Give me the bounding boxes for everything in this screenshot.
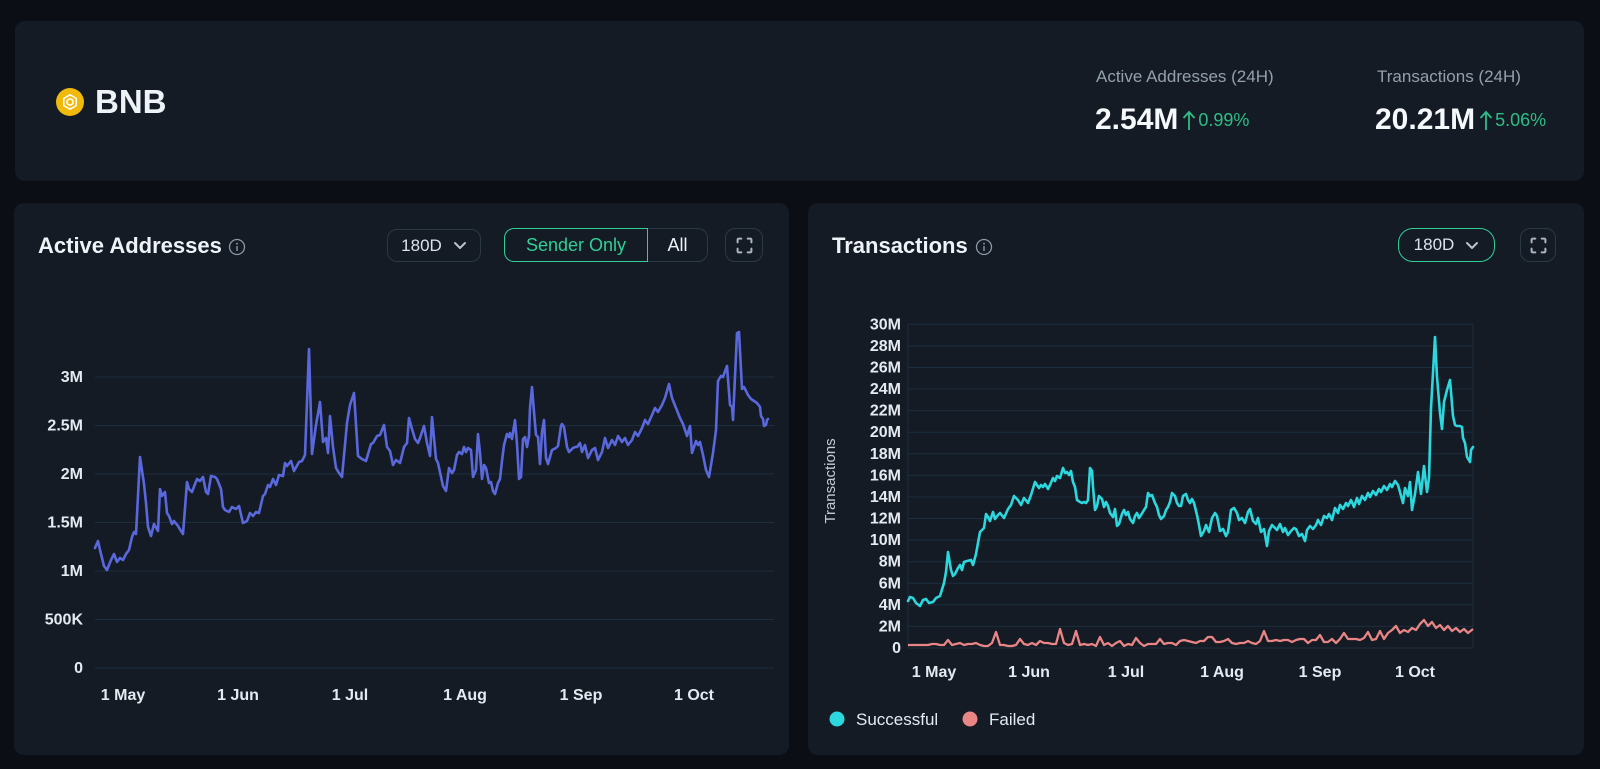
svg-text:Transactions: Transactions: [822, 438, 839, 523]
svg-text:0: 0: [892, 640, 901, 657]
svg-text:8M: 8M: [879, 554, 901, 571]
svg-text:26M: 26M: [870, 360, 901, 377]
svg-text:22M: 22M: [870, 403, 901, 420]
svg-text:12M: 12M: [870, 511, 901, 528]
svg-text:1 Sep: 1 Sep: [1299, 664, 1342, 681]
svg-text:24M: 24M: [870, 381, 901, 398]
svg-text:1 Aug: 1 Aug: [1200, 664, 1244, 681]
svg-text:1 Jul: 1 Jul: [1108, 664, 1144, 681]
svg-text:4M: 4M: [879, 597, 901, 614]
svg-text:1 Jun: 1 Jun: [1008, 664, 1050, 681]
svg-text:6M: 6M: [879, 575, 901, 592]
svg-text:28M: 28M: [870, 338, 901, 355]
svg-text:Successful: Successful: [856, 710, 938, 729]
svg-text:Failed: Failed: [989, 710, 1035, 729]
svg-text:14M: 14M: [870, 489, 901, 506]
svg-text:2M: 2M: [879, 618, 901, 635]
svg-text:20M: 20M: [870, 424, 901, 441]
svg-text:18M: 18M: [870, 446, 901, 463]
svg-text:30M: 30M: [870, 316, 901, 333]
svg-text:16M: 16M: [870, 467, 901, 484]
svg-text:1 May: 1 May: [912, 664, 957, 681]
svg-text:1 Oct: 1 Oct: [1395, 664, 1436, 681]
svg-text:10M: 10M: [870, 532, 901, 549]
